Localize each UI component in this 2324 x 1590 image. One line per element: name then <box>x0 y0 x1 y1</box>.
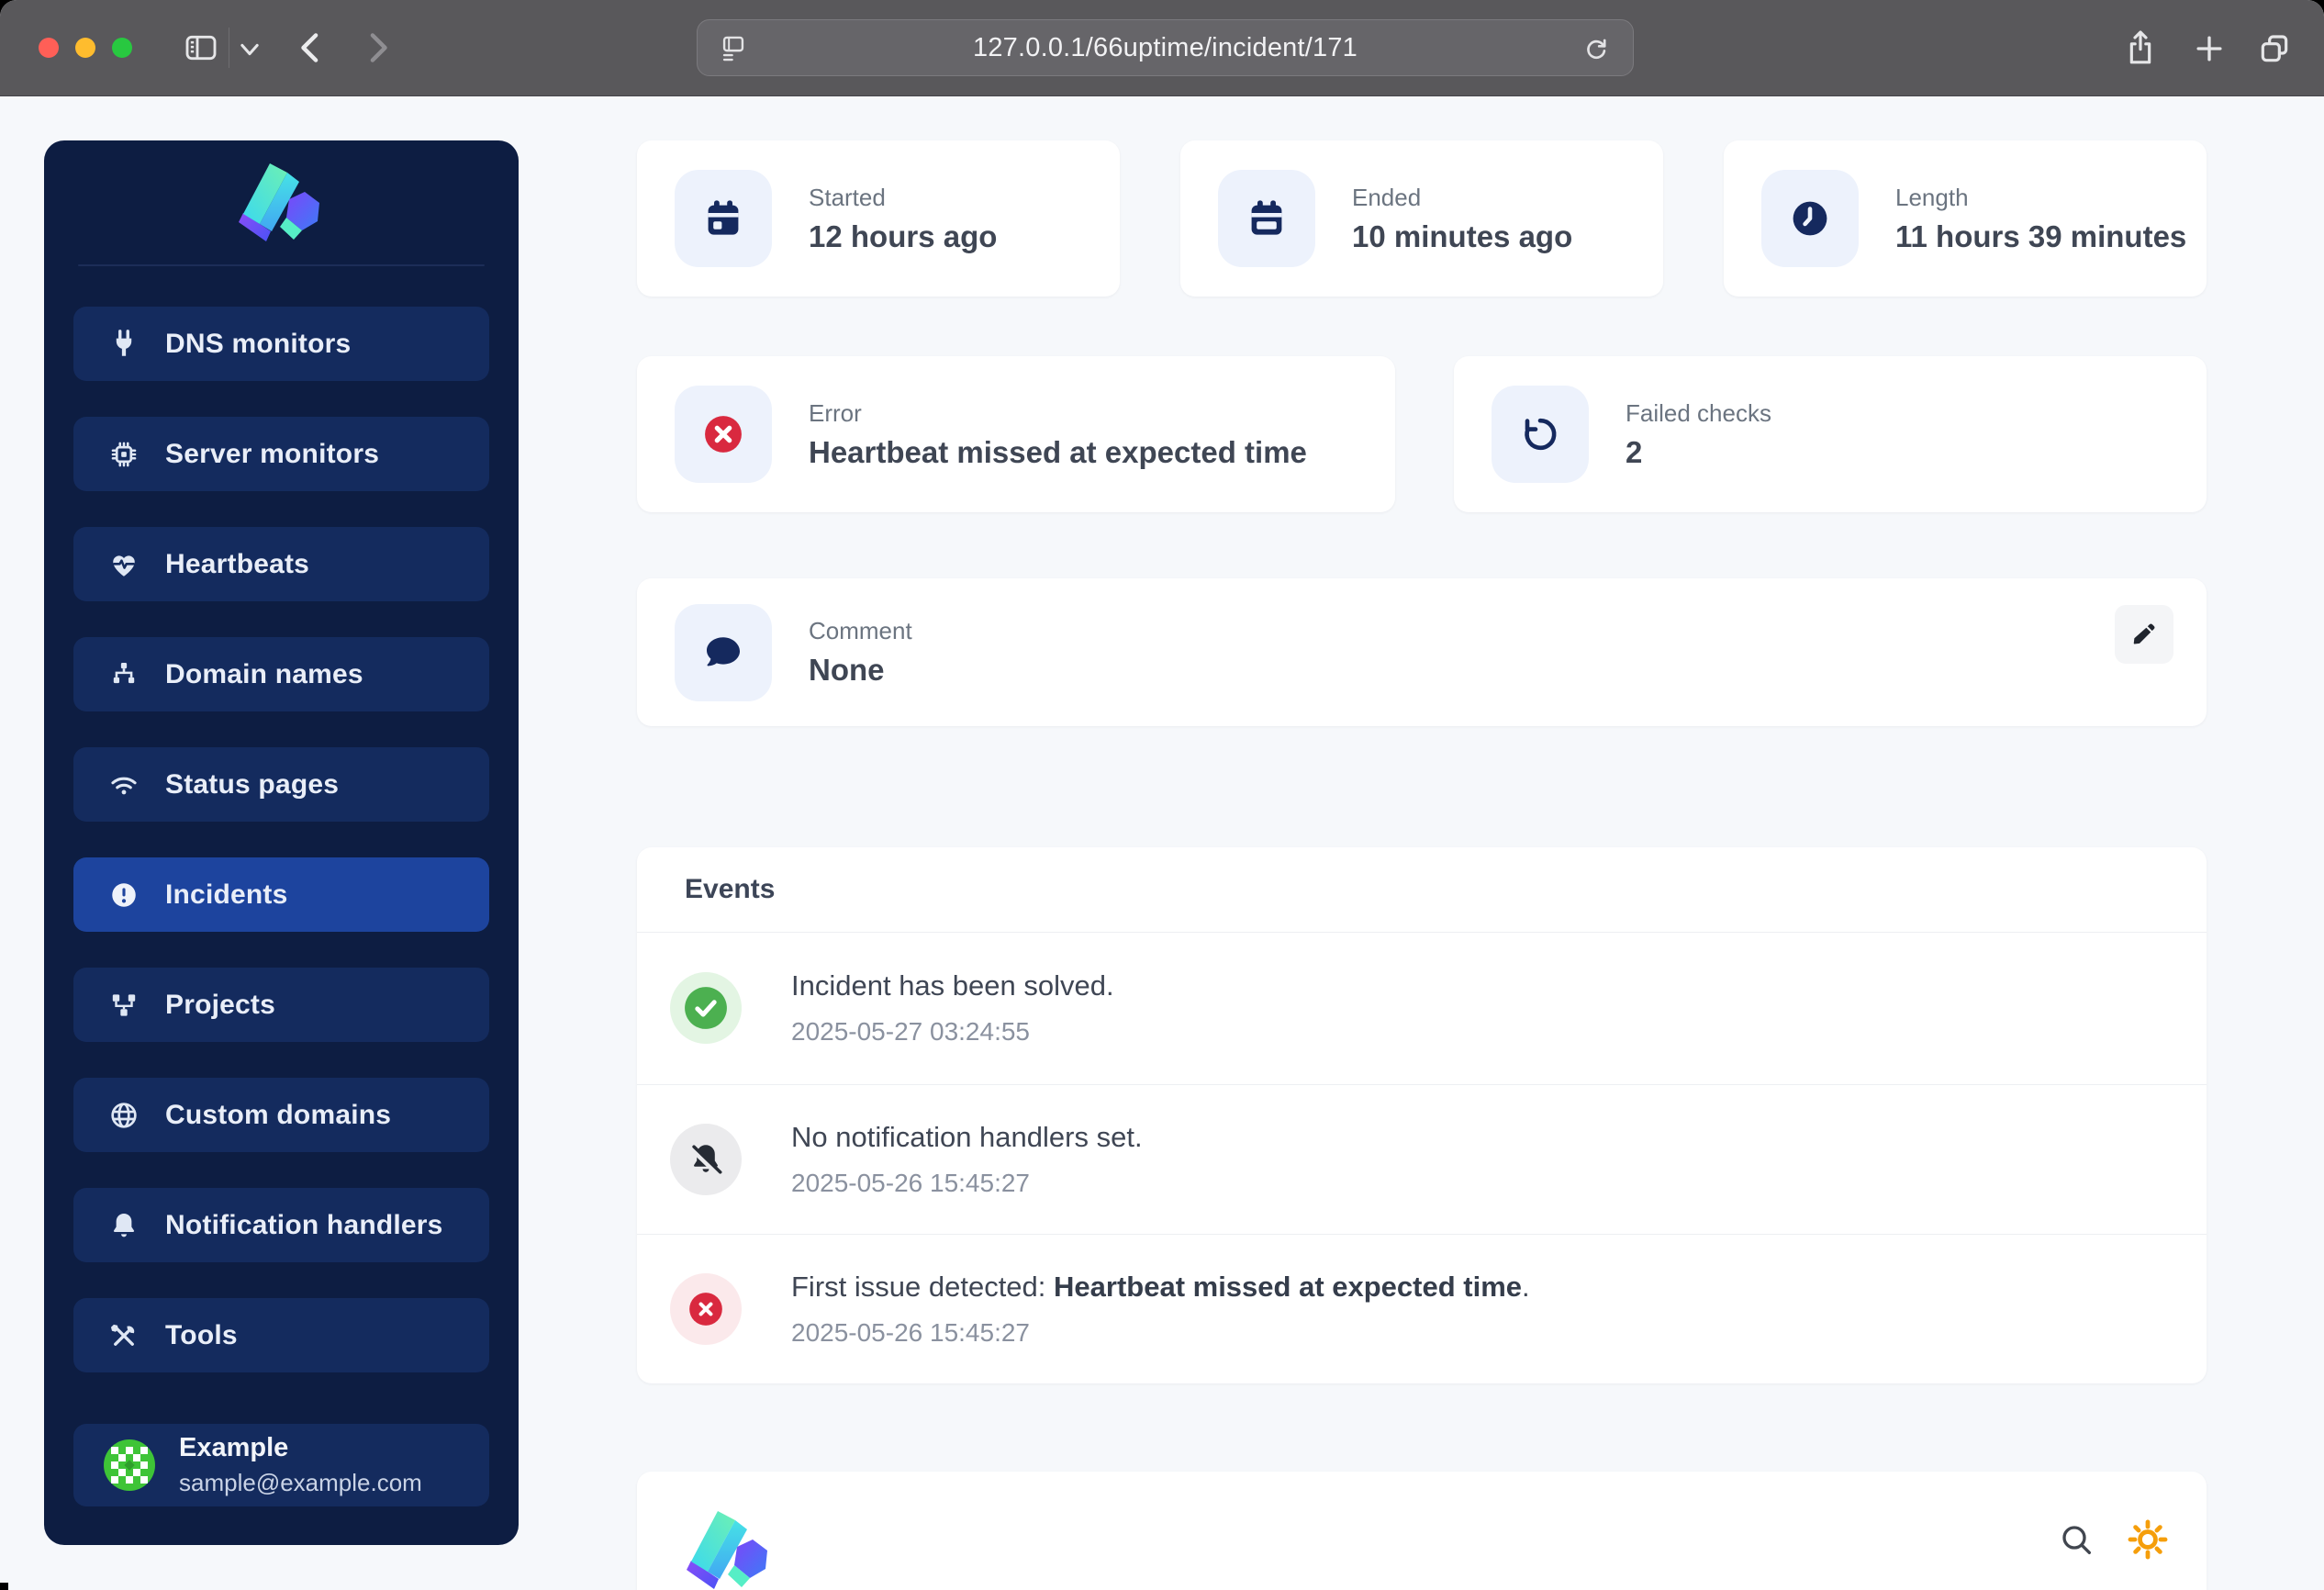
stat-value: 10 minutes ago <box>1352 218 1573 253</box>
bell-slash-icon <box>670 1123 742 1195</box>
stat-label: Started <box>809 183 886 211</box>
sidebar-toggle-icon[interactable] <box>182 29 220 66</box>
rotate-left-icon <box>1492 386 1589 483</box>
plug-icon <box>116 329 132 356</box>
sidebar-item-label: Custom domains <box>165 1099 392 1130</box>
heart-pulse-icon <box>113 554 135 577</box>
tab-overview-icon[interactable] <box>2256 30 2293 67</box>
comment-value: None <box>809 653 885 687</box>
comment-icon <box>675 603 772 701</box>
wifi-icon <box>111 777 137 794</box>
sidebar-item-label: DNS monitors <box>165 328 352 359</box>
edit-comment-button[interactable] <box>2115 605 2173 664</box>
app-logo <box>687 1511 767 1589</box>
stat-value: 11 hours 39 minutes <box>1895 218 2187 253</box>
stat-value: 2 <box>1626 434 1643 469</box>
profile-name: Example <box>179 1433 289 1462</box>
screen-corner-artifact <box>0 1583 8 1590</box>
url-text: 127.0.0.1/66uptime/incident/171 <box>973 32 1358 62</box>
failed-checks-card: Failed checks 2 <box>1454 356 2207 512</box>
sidebar-item-label: Domain names <box>165 658 363 689</box>
event-text: No notification handlers set. <box>791 1120 1143 1153</box>
sidebar-item-label: Projects <box>165 989 275 1020</box>
sidebar-item-notification-handlers[interactable]: Notification handlers <box>73 1188 489 1262</box>
app-logo <box>238 163 319 241</box>
sidebar-item-dns-monitors[interactable]: DNS monitors <box>73 307 489 381</box>
pencil-icon <box>2133 623 2155 644</box>
comment-card: Comment None <box>637 578 2207 726</box>
sidebar-item-projects[interactable]: Projects <box>73 968 489 1042</box>
address-bar[interactable]: 127.0.0.1/66uptime/incident/171 <box>697 19 1634 76</box>
sidebar-item-label: Server monitors <box>165 438 380 469</box>
sidebar-item-server-monitors[interactable]: Server monitors <box>73 417 489 491</box>
stat-card-ended: Ended 10 minutes ago <box>1180 140 1663 297</box>
avatar <box>104 1439 155 1491</box>
sidebar-item-label: Status pages <box>165 768 340 800</box>
stat-label: Length <box>1895 183 1969 211</box>
event-text: First issue detected: Heartbeat missed a… <box>791 1270 1530 1303</box>
share-icon[interactable] <box>2122 26 2159 70</box>
new-tab-icon[interactable] <box>2192 31 2227 66</box>
comment-label: Comment <box>809 617 912 644</box>
sidebar: DNS monitors Server monitors Heartbeats <box>44 140 519 1545</box>
sidebar-nav: DNS monitors Server monitors Heartbeats <box>73 307 489 1372</box>
circle-exclamation-icon <box>112 882 136 907</box>
screwdriver-wrench-icon <box>110 1324 135 1346</box>
calendar-week-icon <box>1218 170 1315 267</box>
chevron-down-icon[interactable] <box>237 40 263 59</box>
minimize-window-button[interactable] <box>75 38 95 58</box>
sidebar-item-label: Incidents <box>165 879 288 910</box>
event-row-first-issue: First issue detected: Heartbeat missed a… <box>637 1234 2207 1383</box>
sidebar-item-incidents[interactable]: Incidents <box>73 857 489 932</box>
globe-icon <box>111 1102 137 1128</box>
sidebar-item-tools[interactable]: Tools <box>73 1298 489 1372</box>
sidebar-item-status-pages[interactable]: Status pages <box>73 747 489 822</box>
stat-value: Heartbeat missed at expected time <box>809 434 1307 469</box>
sidebar-item-heartbeats[interactable]: Heartbeats <box>73 527 489 601</box>
error-card: Error Heartbeat missed at expected time <box>637 356 1395 512</box>
sidebar-item-domain-names[interactable]: Domain names <box>73 637 489 711</box>
event-timestamp: 2025-05-26 15:45:27 <box>791 1168 1030 1197</box>
sidebar-divider <box>78 264 485 266</box>
profile-button[interactable]: Example sample@example.com <box>73 1424 489 1506</box>
event-row-no-handlers: No notification handlers set. 2025-05-26… <box>637 1084 2207 1234</box>
close-window-button[interactable] <box>39 38 59 58</box>
refresh-icon[interactable] <box>1581 34 1611 63</box>
event-row-solved: Incident has been solved. 2025-05-27 03:… <box>637 932 2207 1084</box>
clock-icon <box>1761 170 1859 267</box>
event-timestamp: 2025-05-27 03:24:55 <box>791 1017 1030 1046</box>
event-text: Incident has been solved. <box>791 969 1114 1002</box>
event-timestamp: 2025-05-26 15:45:27 <box>791 1317 1030 1347</box>
check-circle-icon <box>670 972 742 1044</box>
bell-icon <box>113 1213 135 1237</box>
circle-x-icon <box>670 1272 742 1345</box>
stat-label: Ended <box>1352 183 1422 211</box>
stat-card-length: Length 11 hours 39 minutes <box>1724 140 2207 297</box>
stat-label: Error <box>809 398 862 427</box>
stat-card-started: Started 12 hours ago <box>637 140 1120 297</box>
light-mode-sun-icon[interactable] <box>2128 1519 2168 1560</box>
sidebar-item-label: Notification handlers <box>165 1209 443 1240</box>
sitemap-icon <box>113 662 135 683</box>
browser-window: 127.0.0.1/66uptime/incident/171 DNS moni… <box>0 0 2324 1590</box>
sidebar-item-label: Heartbeats <box>165 548 310 579</box>
footer-bar <box>637 1472 2207 1590</box>
profile-email: sample@example.com <box>179 1469 422 1496</box>
browser-toolbar: 127.0.0.1/66uptime/incident/171 <box>0 0 2324 96</box>
zoom-window-button[interactable] <box>112 38 132 58</box>
sidebar-item-label: Tools <box>165 1319 238 1350</box>
events-title: Events <box>685 874 776 904</box>
back-icon[interactable] <box>296 28 327 68</box>
search-icon[interactable] <box>2058 1521 2095 1558</box>
stat-value: 12 hours ago <box>809 218 998 253</box>
sidebar-item-custom-domains[interactable]: Custom domains <box>73 1078 489 1152</box>
circle-x-icon <box>675 386 772 483</box>
forward-icon[interactable] <box>362 28 393 68</box>
stat-label: Failed checks <box>1626 398 1771 427</box>
diagram-project-icon <box>112 993 136 1016</box>
events-card: Events Incident has been solved. 2025-05… <box>637 847 2207 1383</box>
microchip-icon <box>111 442 137 466</box>
calendar-day-icon <box>675 170 772 267</box>
